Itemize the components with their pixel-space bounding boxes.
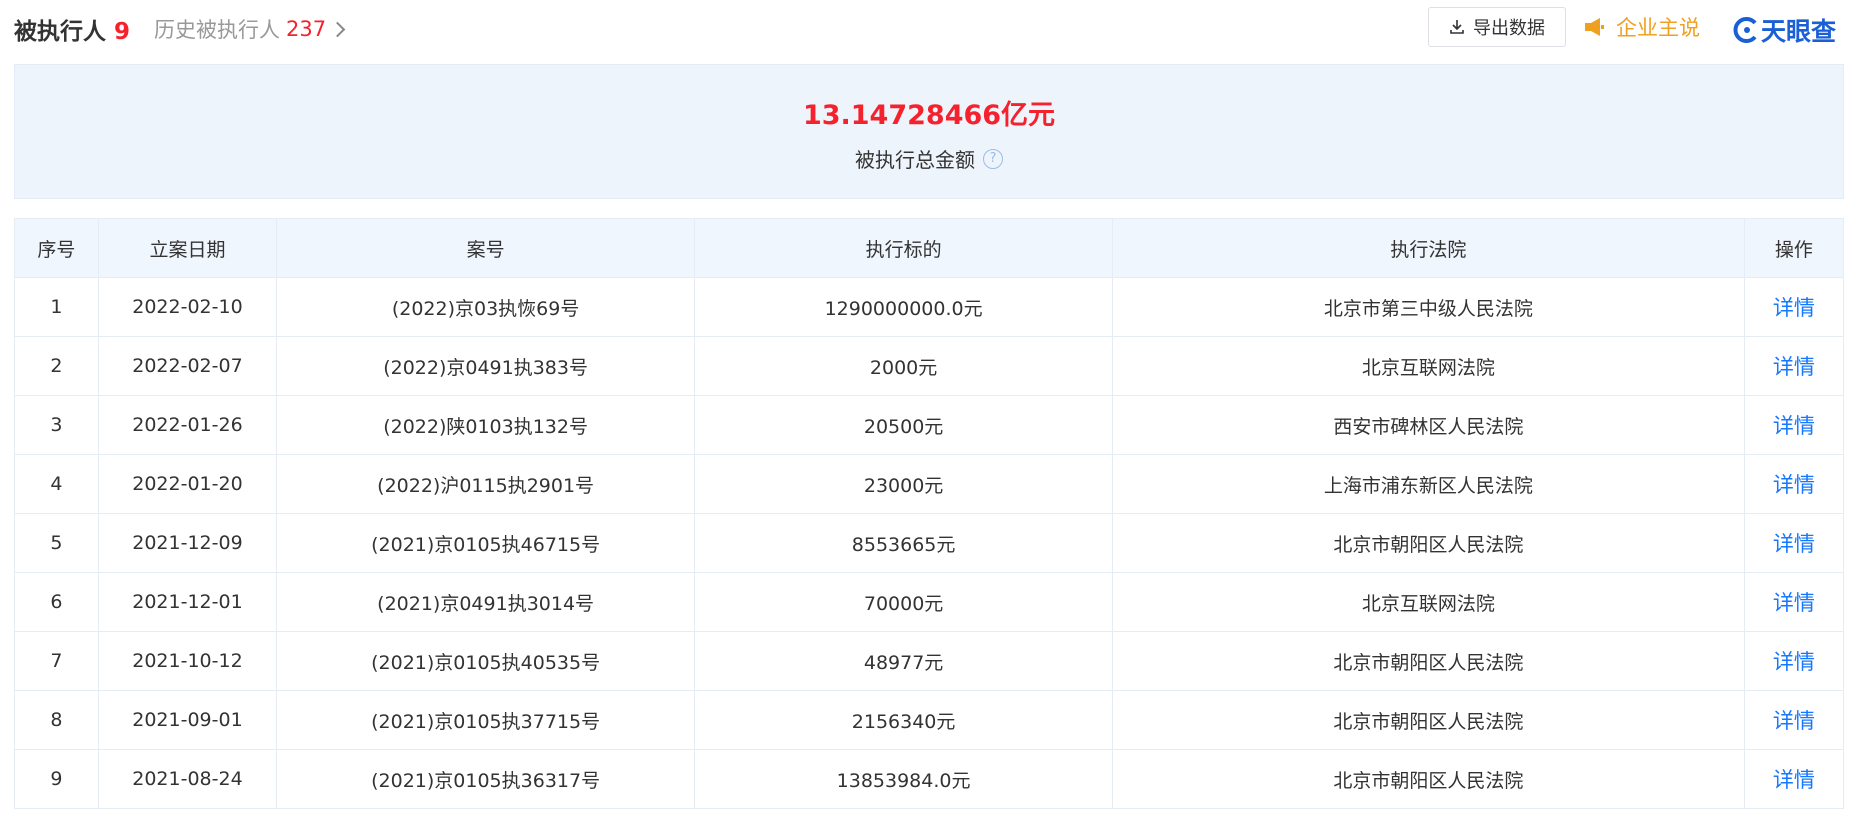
cell-date: 2021-12-01	[97, 572, 278, 632]
details-link[interactable]: 详情	[1743, 277, 1845, 337]
execution-table: 序号 立案日期 案号 执行标的 执行法院 操作 1 2022-02-10 (20…	[14, 218, 1845, 809]
cell-index: 1	[14, 277, 99, 337]
cell-case-number: (2021)京0491执3014号	[276, 572, 696, 632]
cell-case-number: (2021)京0105执37715号	[276, 690, 696, 750]
header-operation: 操作	[1743, 218, 1845, 278]
header-execution-amount: 执行标的	[694, 218, 1114, 278]
cell-amount: 20500元	[694, 395, 1114, 455]
cell-amount: 23000元	[694, 454, 1114, 514]
cell-index: 4	[14, 454, 99, 514]
cell-amount: 70000元	[694, 572, 1114, 632]
table-row: 6 2021-12-01 (2021)京0491执3014号 70000元 北京…	[14, 572, 1845, 632]
table-row: 7 2021-10-12 (2021)京0105执40535号 48977元 北…	[14, 631, 1845, 691]
details-link[interactable]: 详情	[1743, 336, 1845, 396]
details-link[interactable]: 详情	[1743, 749, 1845, 809]
cell-index: 2	[14, 336, 99, 396]
cell-date: 2022-02-10	[97, 277, 278, 337]
cell-index: 6	[14, 572, 99, 632]
cell-date: 2021-12-09	[97, 513, 278, 573]
table-header-row: 序号 立案日期 案号 执行标的 执行法院 操作	[14, 218, 1845, 278]
header-filing-date: 立案日期	[97, 218, 278, 278]
tab-history-executed[interactable]: 历史被执行人 237	[154, 14, 346, 44]
table-row: 9 2021-08-24 (2021)京0105执36317号 13853984…	[14, 749, 1845, 809]
cell-date: 2022-01-26	[97, 395, 278, 455]
cell-case-number: (2022)陕0103执132号	[276, 395, 696, 455]
details-link[interactable]: 详情	[1743, 454, 1845, 514]
details-link[interactable]: 详情	[1743, 631, 1845, 691]
cell-court: 西安市碑林区人民法院	[1112, 395, 1745, 455]
total-amount-value: 13.14728466亿元	[802, 100, 1056, 131]
cell-court: 北京互联网法院	[1112, 336, 1745, 396]
header-index: 序号	[14, 218, 99, 278]
tab-history-label: 历史被执行人	[154, 18, 280, 42]
table-row: 3 2022-01-26 (2022)陕0103执132号 20500元 西安市…	[14, 395, 1845, 455]
tab-executed-count: 9	[114, 19, 131, 45]
megaphone-icon	[1585, 18, 1604, 36]
cell-amount: 48977元	[694, 631, 1114, 691]
cell-index: 3	[14, 395, 99, 455]
export-data-label: 导出数据	[1473, 18, 1545, 39]
export-data-button[interactable]: 导出数据	[1428, 7, 1566, 47]
cell-amount: 1290000000.0元	[694, 277, 1114, 337]
download-icon	[1450, 20, 1464, 34]
tianyancha-logo-icon	[1733, 17, 1757, 43]
cell-index: 9	[14, 749, 99, 809]
total-amount-label-row: 被执行总金额 ?	[855, 144, 1003, 173]
cell-case-number: (2022)沪0115执2901号	[276, 454, 696, 514]
cell-date: 2021-09-01	[97, 690, 278, 750]
cell-date: 2021-10-12	[97, 631, 278, 691]
chevron-right-icon	[329, 21, 346, 37]
cell-index: 5	[14, 513, 99, 573]
cell-index: 7	[14, 631, 99, 691]
cell-court: 北京市第三中级人民法院	[1112, 277, 1745, 337]
cell-court: 上海市浦东新区人民法院	[1112, 454, 1745, 514]
cell-case-number: (2021)京0105执36317号	[276, 749, 696, 809]
top-bar: 被执行人 9 历史被执行人 237 导出数据 企业主说 天眼查	[0, 0, 1858, 56]
cell-index: 8	[14, 690, 99, 750]
tab-executed-label: 被执行人	[14, 19, 106, 45]
cell-case-number: (2021)京0105执46715号	[276, 513, 696, 573]
header-case-number: 案号	[276, 218, 696, 278]
total-amount-summary: 13.14728466亿元 被执行总金额 ?	[14, 64, 1844, 199]
cell-court: 北京市朝阳区人民法院	[1112, 690, 1745, 750]
owner-say-link[interactable]: 企业主说	[1584, 12, 1700, 42]
cell-court: 北京市朝阳区人民法院	[1112, 513, 1745, 573]
table-row: 8 2021-09-01 (2021)京0105执37715号 2156340元…	[14, 690, 1845, 750]
logo-text: 天眼查	[1761, 17, 1837, 46]
details-link[interactable]: 详情	[1743, 690, 1845, 750]
cell-date: 2021-08-24	[97, 749, 278, 809]
cell-amount: 8553665元	[694, 513, 1114, 573]
cell-amount: 2000元	[694, 336, 1114, 396]
cell-court: 北京市朝阳区人民法院	[1112, 749, 1745, 809]
cell-court: 北京市朝阳区人民法院	[1112, 631, 1745, 691]
total-amount-label: 被执行总金额	[855, 148, 975, 172]
tianyancha-logo: 天眼查	[1733, 12, 1836, 48]
cell-case-number: (2022)京0491执383号	[276, 336, 696, 396]
cell-amount: 13853984.0元	[694, 749, 1114, 809]
table-row: 1 2022-02-10 (2022)京03执恢69号 1290000000.0…	[14, 277, 1845, 337]
table-row: 4 2022-01-20 (2022)沪0115执2901号 23000元 上海…	[14, 454, 1845, 514]
cell-amount: 2156340元	[694, 690, 1114, 750]
cell-date: 2022-02-07	[97, 336, 278, 396]
cell-court: 北京互联网法院	[1112, 572, 1745, 632]
cell-date: 2022-01-20	[97, 454, 278, 514]
tab-executed-persons[interactable]: 被执行人 9	[14, 12, 130, 46]
details-link[interactable]: 详情	[1743, 395, 1845, 455]
tab-history-count: 237	[286, 17, 327, 41]
owner-say-label: 企业主说	[1616, 16, 1700, 40]
table-row: 5 2021-12-09 (2021)京0105执46715号 8553665元…	[14, 513, 1845, 573]
cell-case-number: (2022)京03执恢69号	[276, 277, 696, 337]
table-row: 2 2022-02-07 (2022)京0491执383号 2000元 北京互联…	[14, 336, 1845, 396]
details-link[interactable]: 详情	[1743, 572, 1845, 632]
header-court: 执行法院	[1112, 218, 1745, 278]
cell-case-number: (2021)京0105执40535号	[276, 631, 696, 691]
help-icon[interactable]: ?	[983, 148, 1003, 169]
details-link[interactable]: 详情	[1743, 513, 1845, 573]
